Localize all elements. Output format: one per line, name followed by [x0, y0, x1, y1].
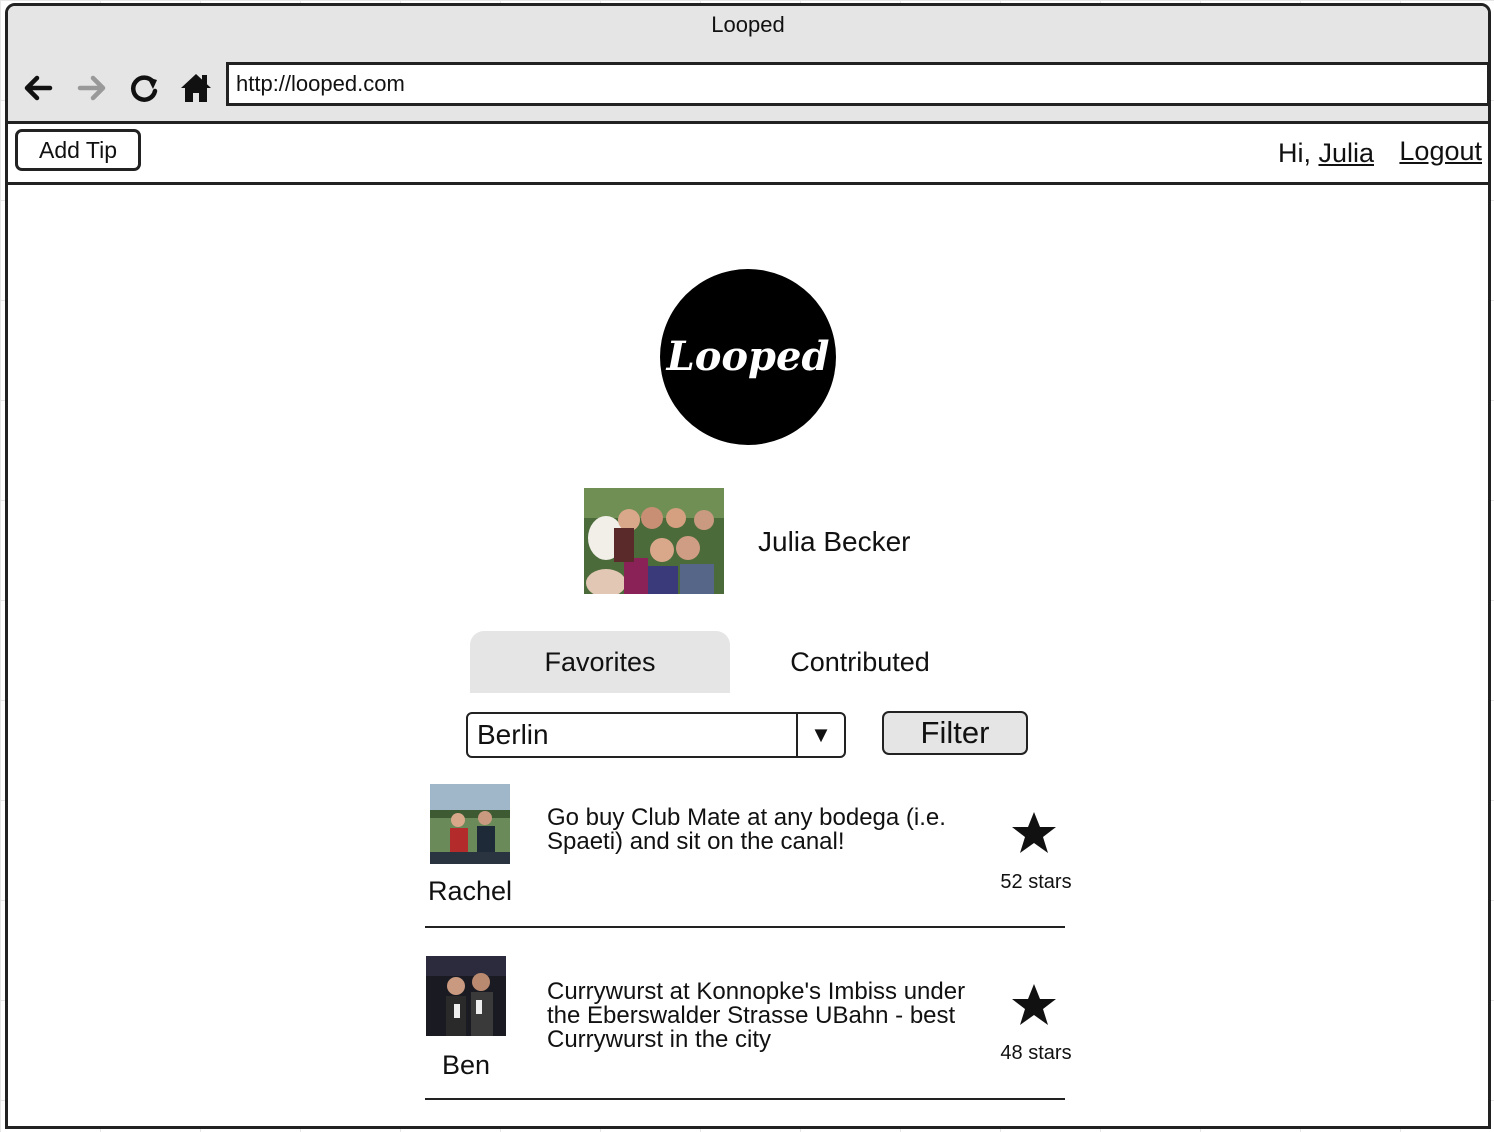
city-select[interactable]: Berlin ▼: [466, 712, 846, 758]
window-title: Looped: [711, 12, 785, 37]
tab-favorites[interactable]: Favorites: [470, 631, 730, 693]
star-icon[interactable]: [1011, 982, 1057, 1028]
looped-logo: Looped: [660, 269, 836, 445]
back-arrow-icon[interactable]: [18, 68, 58, 108]
tip-star-count: 48 stars: [1000, 1042, 1072, 1064]
tip-text: Currywurst at Konnopke's Imbiss under th…: [547, 978, 966, 1053]
browser-window: Looped Add Tip Hi, Julia Logout Looped: [5, 3, 1491, 1129]
app-header: Add Tip Hi, Julia Logout: [8, 124, 1488, 185]
dropdown-arrow-icon[interactable]: ▼: [796, 714, 844, 756]
profile-photo: [584, 488, 724, 594]
forward-arrow-icon[interactable]: [72, 68, 112, 108]
tab-contributed[interactable]: Contributed: [730, 631, 990, 693]
avatar[interactable]: [430, 784, 510, 864]
profile-name: Julia Becker: [758, 526, 911, 557]
tip-author[interactable]: Rachel: [420, 876, 520, 907]
tip-item: Rachel Go buy Club Mate at any bodega (i…: [425, 784, 1072, 928]
tip-text: Go buy Club Mate at any bodega (i.e. Spa…: [547, 804, 946, 855]
tip-star-count: 52 stars: [1000, 871, 1072, 893]
tip-author[interactable]: Ben: [416, 1050, 516, 1081]
user-greeting: Hi, Julia: [1278, 138, 1374, 169]
city-select-value: Berlin: [477, 719, 549, 750]
filter-button[interactable]: Filter: [882, 711, 1028, 755]
user-profile-link[interactable]: Julia: [1318, 138, 1374, 168]
browser-chrome: Looped: [8, 6, 1488, 124]
address-bar[interactable]: [226, 62, 1488, 106]
home-icon[interactable]: [176, 68, 216, 108]
star-icon[interactable]: [1011, 810, 1057, 856]
greeting-prefix: Hi,: [1277, 138, 1311, 168]
tip-item: Ben Currywurst at Konnopke's Imbiss unde…: [425, 956, 1072, 1100]
avatar[interactable]: [426, 956, 506, 1036]
url-input[interactable]: [236, 65, 1480, 103]
reload-icon[interactable]: [124, 68, 164, 108]
add-tip-button[interactable]: Add Tip: [15, 129, 141, 171]
logout-link[interactable]: Logout: [1399, 136, 1482, 167]
